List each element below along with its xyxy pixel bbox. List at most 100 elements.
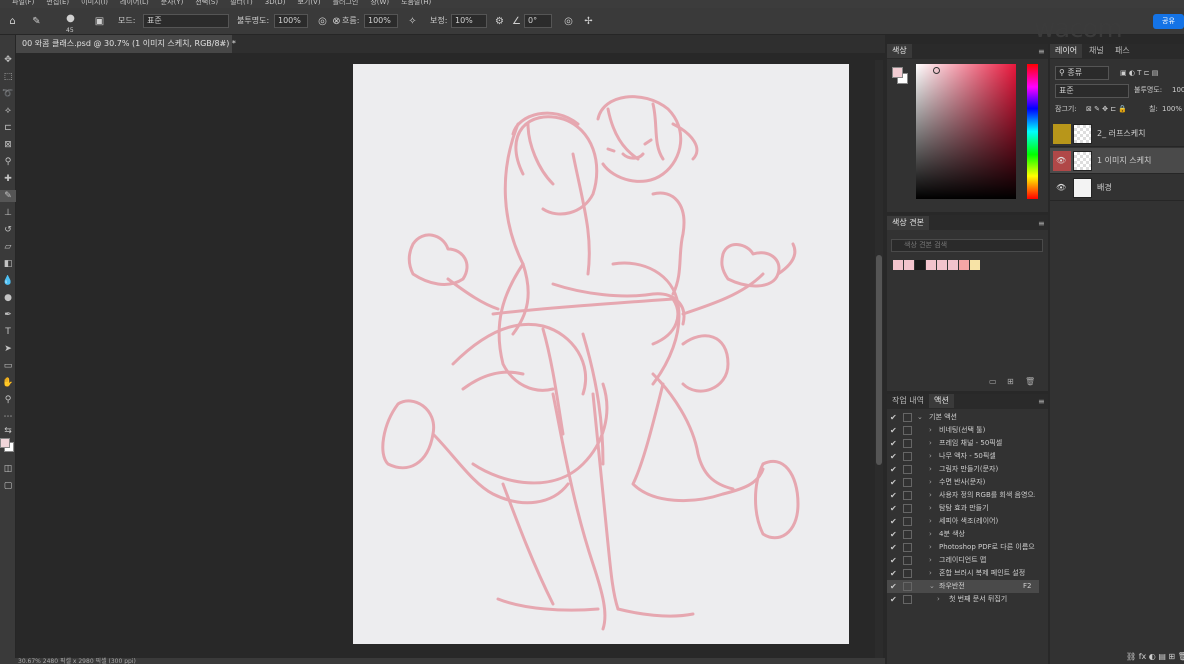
quick-select-tool-icon[interactable]: ⟡ xyxy=(0,105,16,117)
action-row-selected[interactable]: ✔ ⌄ 좌우반전 F2 xyxy=(887,580,1039,593)
dialog-toggle[interactable] xyxy=(903,504,912,513)
eye-icon[interactable]: 👁 xyxy=(1056,148,1066,174)
shape-tool-icon[interactable]: ▭ xyxy=(0,360,16,372)
eye-icon[interactable]: 👁 xyxy=(1056,175,1066,201)
check-icon[interactable]: ✔ xyxy=(890,489,900,502)
check-icon[interactable]: ✔ xyxy=(890,424,900,437)
artboard[interactable] xyxy=(353,64,849,644)
history-brush-icon[interactable]: ↺ xyxy=(0,224,16,236)
swatch[interactable] xyxy=(904,260,914,270)
layer-row[interactable]: 2_ 러프스케치 xyxy=(1050,121,1184,147)
menu-window[interactable]: 창(W) xyxy=(370,0,389,6)
swatch[interactable] xyxy=(893,260,903,270)
chevron-right-icon[interactable]: › xyxy=(929,463,932,476)
action-step-row[interactable]: ✔ › 첫 번째 문서 뒤집기 xyxy=(887,593,1039,606)
dialog-toggle[interactable] xyxy=(903,556,912,565)
check-icon[interactable]: ✔ xyxy=(890,580,900,593)
type-tool-icon[interactable]: T xyxy=(0,326,16,338)
action-row[interactable]: ✔ › 4분 색상 xyxy=(887,528,1039,541)
tab-color[interactable]: 색상 xyxy=(887,44,912,58)
stamp-tool-icon[interactable]: ⊥ xyxy=(0,207,16,219)
home-icon[interactable]: ⌂ xyxy=(6,15,19,28)
layer-row-selected[interactable]: 👁 1 이미지 스케치 xyxy=(1050,148,1184,174)
mode-select[interactable]: 표준 xyxy=(143,14,229,28)
check-icon[interactable]: ✔ xyxy=(890,450,900,463)
action-row[interactable]: ✔ › 프레임 채널 - 50픽셀 xyxy=(887,437,1039,450)
chevron-right-icon[interactable]: › xyxy=(937,593,940,606)
lasso-tool-icon[interactable]: ➰ xyxy=(0,88,16,100)
layer-row[interactable]: 👁 배경 xyxy=(1050,175,1184,201)
dialog-toggle[interactable] xyxy=(903,543,912,552)
panel-menu-icon[interactable]: ≡ xyxy=(1038,219,1047,228)
chevron-down-icon[interactable]: ⌄ xyxy=(917,411,923,424)
swatch[interactable] xyxy=(970,260,980,270)
dialog-toggle[interactable] xyxy=(903,439,912,448)
zoom-tool-icon[interactable]: ⚲ xyxy=(0,394,16,406)
layer-opacity-value[interactable]: 100% xyxy=(1172,83,1184,97)
menu-help[interactable]: 도움말(H) xyxy=(401,0,431,6)
dialog-toggle[interactable] xyxy=(903,452,912,461)
chevron-right-icon[interactable]: › xyxy=(929,502,932,515)
check-icon[interactable]: ✔ xyxy=(890,437,900,450)
action-row[interactable]: ✔ › 탐탐 효과 만들기 xyxy=(887,502,1039,515)
flow-field[interactable]: 100% xyxy=(364,14,398,28)
menu-filter[interactable]: 필터(T) xyxy=(230,0,253,6)
chevron-right-icon[interactable]: › xyxy=(929,528,932,541)
chevron-right-icon[interactable]: › xyxy=(929,541,932,554)
hue-slider[interactable] xyxy=(1027,64,1038,199)
check-icon[interactable]: ✔ xyxy=(890,476,900,489)
vertical-scrollbar[interactable] xyxy=(875,60,883,658)
action-row[interactable]: ✔ › 그레이디언트 맵 xyxy=(887,554,1039,567)
chevron-down-icon[interactable]: ⌄ xyxy=(929,580,935,593)
swatch[interactable] xyxy=(959,260,969,270)
angle-field[interactable]: 0° xyxy=(524,14,552,28)
chevron-right-icon[interactable]: › xyxy=(929,489,932,502)
brush-settings-icon[interactable]: ▣ xyxy=(93,15,106,28)
healing-tool-icon[interactable]: ✚ xyxy=(0,173,16,185)
smoothing-field[interactable]: 10% xyxy=(451,14,487,28)
gradient-tool-icon[interactable]: ◧ xyxy=(0,258,16,270)
layer-thumbnail[interactable] xyxy=(1073,178,1092,198)
marquee-tool-icon[interactable]: ⬚ xyxy=(0,71,16,83)
pressure-size-icon[interactable]: ◎ xyxy=(562,15,575,28)
share-button[interactable]: 공유 xyxy=(1153,14,1184,29)
swatch[interactable] xyxy=(948,260,958,270)
menu-view[interactable]: 보기(V) xyxy=(297,0,320,6)
check-icon[interactable]: ✔ xyxy=(890,593,900,606)
color-picker-cursor[interactable] xyxy=(933,67,940,74)
check-icon[interactable]: ✔ xyxy=(890,528,900,541)
tab-paths[interactable]: 패스 xyxy=(1110,44,1135,58)
action-row[interactable]: ✔ › 세피아 색조(레이어) xyxy=(887,515,1039,528)
action-row[interactable]: ✔ › 비네팅(선택 툴) xyxy=(887,424,1039,437)
menu-3d[interactable]: 3D(D) xyxy=(265,0,286,6)
quick-mask-icon[interactable]: ◫ xyxy=(0,463,16,475)
menu-layer[interactable]: 레이어(L) xyxy=(120,0,149,6)
check-icon[interactable]: ✔ xyxy=(890,515,900,528)
swatch[interactable] xyxy=(915,260,925,270)
tab-layers[interactable]: 레이어 xyxy=(1050,44,1083,58)
layer-name[interactable]: 배경 xyxy=(1097,175,1112,201)
screen-mode-icon[interactable]: ▢ xyxy=(0,480,16,492)
action-set-row[interactable]: ✔ ⌄ 기본 액션 xyxy=(887,411,1039,424)
crop-tool-icon[interactable]: ⊏ xyxy=(0,122,16,134)
check-icon[interactable]: ✔ xyxy=(890,567,900,580)
tab-swatches[interactable]: 색상 견본 xyxy=(887,216,929,230)
blend-mode-select[interactable]: 표준 xyxy=(1055,84,1129,98)
pressure-opacity-icon[interactable]: ◎ xyxy=(316,15,329,28)
tab-history[interactable]: 작업 내역 xyxy=(887,394,929,408)
gear-icon[interactable]: ⚙ xyxy=(493,15,506,28)
menu-type[interactable]: 문자(Y) xyxy=(161,0,184,6)
brush-tool-icon-active[interactable]: ✎ xyxy=(0,190,16,202)
dodge-tool-icon[interactable]: ● xyxy=(0,292,16,304)
frame-tool-icon[interactable]: ⊠ xyxy=(0,139,16,151)
eraser-tool-icon[interactable]: ▱ xyxy=(0,241,16,253)
chevron-right-icon[interactable]: › xyxy=(929,450,932,463)
lock-icons[interactable]: ⊠ ✎ ✥ ⊏ 🔒 xyxy=(1086,102,1127,116)
tab-actions[interactable]: 액션 xyxy=(929,394,954,408)
airbrush-mode-icon[interactable]: ✧ xyxy=(406,15,419,28)
dialog-toggle[interactable] xyxy=(903,478,912,487)
chevron-right-icon[interactable]: › xyxy=(929,515,932,528)
chevron-right-icon[interactable]: › xyxy=(929,437,932,450)
foreground-color-swatch[interactable] xyxy=(0,438,10,448)
dialog-toggle[interactable] xyxy=(903,491,912,500)
